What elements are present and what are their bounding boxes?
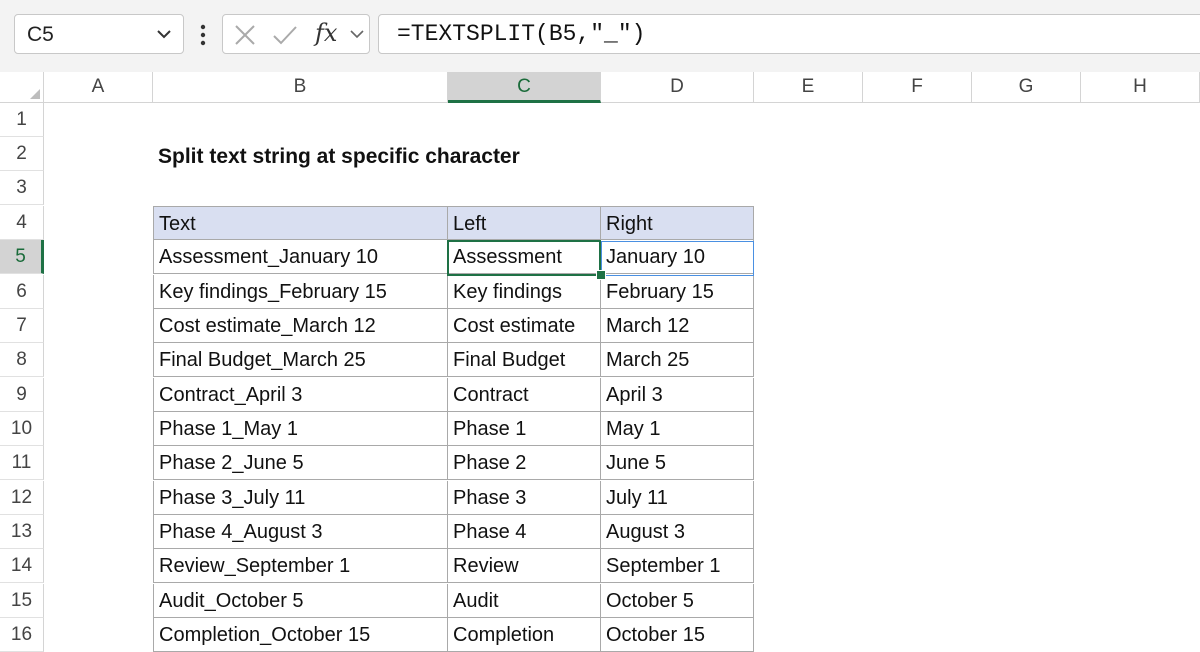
row-header-6[interactable]: 6 [0, 275, 44, 309]
table-cell-c11[interactable]: Phase 2 [448, 446, 601, 480]
row-header-13[interactable]: 13 [0, 515, 44, 549]
table-cell-c13[interactable]: Phase 4 [448, 515, 601, 549]
table-header-text[interactable]: Text [153, 206, 448, 240]
row-header-7[interactable]: 7 [0, 309, 44, 343]
row-header-11[interactable]: 11 [0, 446, 44, 480]
sheet-title[interactable]: Split text string at specific character [153, 140, 520, 174]
more-options-icon[interactable] [198, 22, 208, 48]
table-cell-b11[interactable]: Phase 2_June 5 [153, 446, 448, 480]
chevron-down-icon[interactable] [349, 28, 365, 40]
table-cell-d14[interactable]: September 1 [601, 549, 754, 583]
table-cell-d16[interactable]: October 15 [601, 618, 754, 652]
row-header-8[interactable]: 8 [0, 343, 44, 377]
row-header-10[interactable]: 10 [0, 412, 44, 446]
table-cell-c14[interactable]: Review [448, 549, 601, 583]
table-cell-b10[interactable]: Phase 1_May 1 [153, 412, 448, 446]
row-header-1[interactable]: 1 [0, 103, 44, 137]
table-cell-b16[interactable]: Completion_October 15 [153, 618, 448, 652]
table-cell-b8[interactable]: Final Budget_March 25 [153, 343, 448, 377]
column-header-e[interactable]: E [754, 72, 863, 103]
spill-range-outline [601, 241, 754, 276]
table-cell-c6[interactable]: Key findings [448, 275, 601, 309]
name-box[interactable]: C5 [14, 14, 184, 54]
row-header-5[interactable]: 5 [0, 240, 44, 274]
table-header-left[interactable]: Left [448, 206, 601, 240]
table-cell-b12[interactable]: Phase 3_July 11 [153, 481, 448, 515]
row-header-3[interactable]: 3 [0, 171, 44, 205]
column-header-h[interactable]: H [1081, 72, 1200, 103]
row-header-4[interactable]: 4 [0, 206, 44, 240]
table-cell-c10[interactable]: Phase 1 [448, 412, 601, 446]
column-header-d[interactable]: D [601, 72, 754, 103]
chevron-down-icon[interactable] [155, 27, 173, 41]
row-header-12[interactable]: 12 [0, 481, 44, 515]
table-cell-c7[interactable]: Cost estimate [448, 309, 601, 343]
formula-text: =TEXTSPLIT(B5,"_") [397, 21, 646, 47]
table-cell-d11[interactable]: June 5 [601, 446, 754, 480]
column-header-f[interactable]: F [863, 72, 972, 103]
table-cell-d6[interactable]: February 15 [601, 275, 754, 309]
row-header-15[interactable]: 15 [0, 584, 44, 618]
formula-controls: fx [222, 14, 370, 54]
table-cell-b6[interactable]: Key findings_February 15 [153, 275, 448, 309]
table-cell-b14[interactable]: Review_September 1 [153, 549, 448, 583]
formula-bar-area: C5 fx =TEXTSPLIT(B5,"_") [0, 0, 1200, 72]
name-box-value: C5 [27, 23, 54, 46]
table-cell-d10[interactable]: May 1 [601, 412, 754, 446]
table-header-right[interactable]: Right [601, 206, 754, 240]
table-cell-b5[interactable]: Assessment_January 10 [153, 240, 448, 274]
table-cell-c8[interactable]: Final Budget [448, 343, 601, 377]
table-cell-d12[interactable]: July 11 [601, 481, 754, 515]
select-all-triangle-icon [30, 89, 40, 99]
column-header-a[interactable]: A [44, 72, 153, 103]
row-header-2[interactable]: 2 [0, 137, 44, 171]
table-cell-d7[interactable]: March 12 [601, 309, 754, 343]
row-header-9[interactable]: 9 [0, 378, 44, 412]
table-cell-d13[interactable]: August 3 [601, 515, 754, 549]
row-header-16[interactable]: 16 [0, 618, 44, 652]
table-cell-b13[interactable]: Phase 4_August 3 [153, 515, 448, 549]
column-header-c[interactable]: C [448, 72, 601, 103]
active-cell-outline [447, 240, 601, 276]
column-header-g[interactable]: G [972, 72, 1081, 103]
table-cell-d8[interactable]: March 25 [601, 343, 754, 377]
table-cell-c16[interactable]: Completion [448, 618, 601, 652]
table-cell-c15[interactable]: Audit [448, 584, 601, 618]
select-all-button[interactable] [0, 72, 44, 103]
cancel-icon[interactable] [233, 23, 257, 47]
row-header-14[interactable]: 14 [0, 549, 44, 583]
column-header-b[interactable]: B [153, 72, 448, 103]
table-cell-d15[interactable]: October 5 [601, 584, 754, 618]
table-cell-b7[interactable]: Cost estimate_March 12 [153, 309, 448, 343]
fill-handle[interactable] [596, 270, 606, 280]
table-cell-c9[interactable]: Contract [448, 378, 601, 412]
table-cell-c12[interactable]: Phase 3 [448, 481, 601, 515]
table-cell-d9[interactable]: April 3 [601, 378, 754, 412]
table-cell-b9[interactable]: Contract_April 3 [153, 378, 448, 412]
formula-input[interactable]: =TEXTSPLIT(B5,"_") [378, 14, 1200, 54]
table-cell-b15[interactable]: Audit_October 5 [153, 584, 448, 618]
enter-check-icon[interactable] [271, 23, 299, 47]
insert-function-button[interactable]: fx [315, 19, 337, 47]
